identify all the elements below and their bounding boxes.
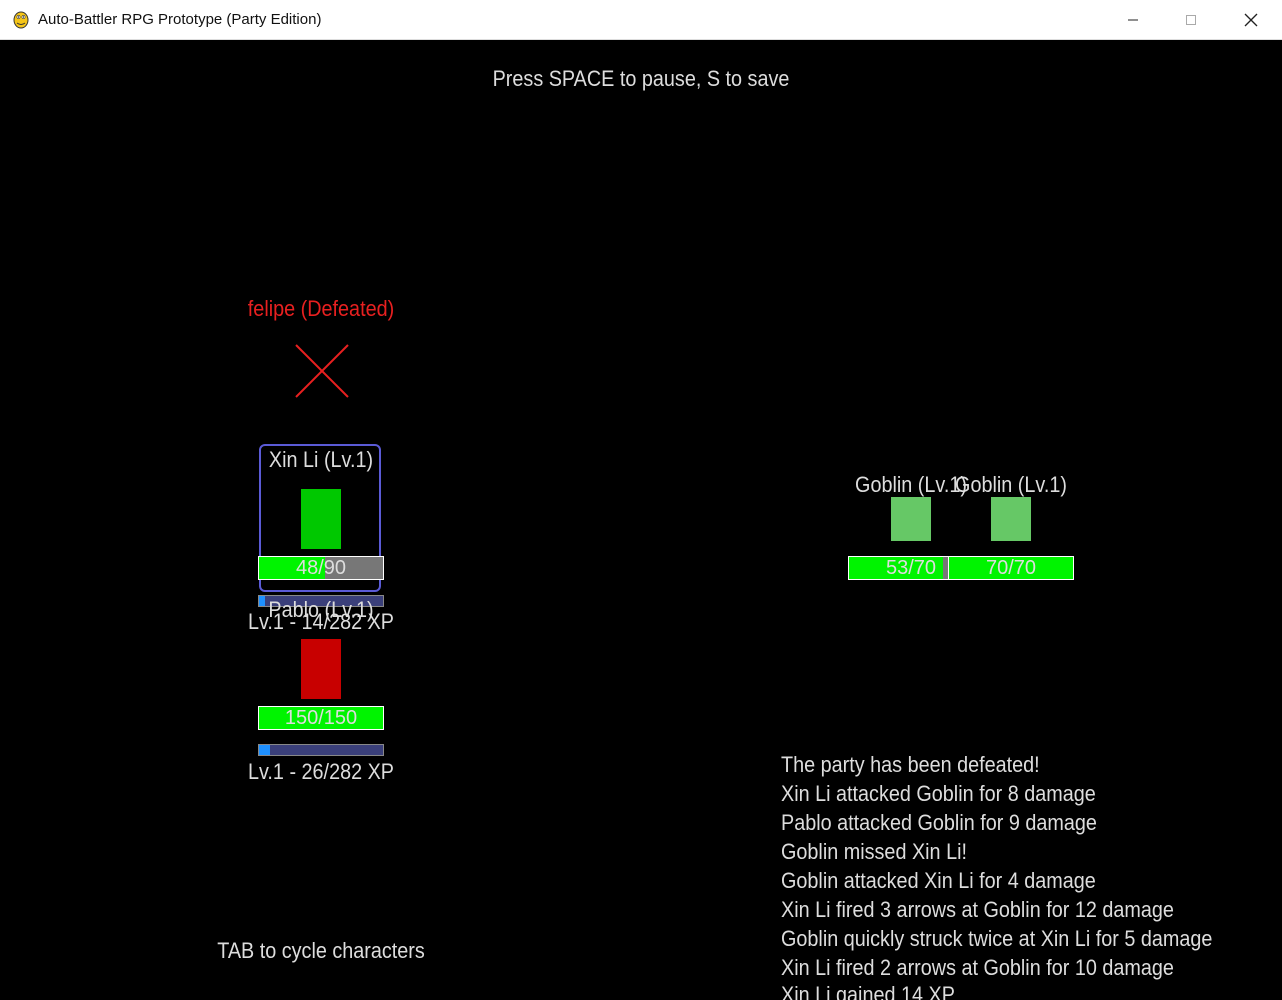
- party-member-xinli-label: Xin Li (Lv.1): [268, 447, 374, 472]
- xinli-hp-bar: 48/90: [258, 556, 384, 580]
- pygame-snake-icon: [13, 11, 29, 29]
- log-line: The party has been defeated!: [781, 752, 1040, 777]
- log-line: Goblin attacked Xin Li for 4 damage: [781, 868, 1096, 893]
- enemy-goblin-2-label: Goblin (Lv.1): [955, 472, 1067, 497]
- maximize-button[interactable]: [1162, 0, 1220, 39]
- window-titlebar: Auto-Battler RPG Prototype (Party Editio…: [0, 0, 1282, 40]
- minimize-button[interactable]: [1104, 0, 1162, 39]
- party-member-felipe-label: felipe (Defeated): [247, 296, 395, 321]
- pablo-xp-text: Lv.1 - 26/282 XP: [247, 759, 395, 784]
- log-line: Xin Li fired 3 arrows at Goblin for 12 d…: [781, 897, 1174, 922]
- goblin-1-sprite: [891, 497, 931, 541]
- minimize-icon: [1128, 19, 1138, 20]
- pablo-sprite: [301, 639, 341, 699]
- log-line: Xin Li attacked Goblin for 8 damage: [781, 781, 1096, 806]
- xinli-xp-text: Lv.1 - 14/282 XP: [247, 609, 395, 634]
- goblin-2-sprite: [991, 497, 1031, 541]
- tab-cycle-hint: TAB to cycle characters: [217, 938, 425, 963]
- goblin-2-hp-bar: 70/70: [948, 556, 1074, 580]
- log-line: Pablo attacked Goblin for 9 damage: [781, 810, 1097, 835]
- x-mark-icon: [295, 344, 349, 398]
- xinli-hp-text: 48/90: [295, 556, 347, 579]
- game-canvas[interactable]: Press SPACE to pause, S to save felipe (…: [0, 40, 1282, 1000]
- xinli-xp-fill: [259, 596, 266, 606]
- window-title: Auto-Battler RPG Prototype (Party Editio…: [38, 11, 322, 28]
- maximize-icon: [1186, 14, 1196, 25]
- pablo-xp-fill: [259, 745, 271, 755]
- pause-save-hint: Press SPACE to pause, S to save: [492, 66, 790, 91]
- log-line: Goblin quickly struck twice at Xin Li fo…: [781, 926, 1213, 951]
- log-line: Xin Li gained 14 XP: [781, 982, 955, 1000]
- close-icon: [1244, 13, 1258, 26]
- goblin-2-hp-text: 70/70: [985, 556, 1037, 579]
- enemy-goblin-1-label: Goblin (Lv.1): [855, 472, 967, 497]
- log-line: Goblin missed Xin Li!: [781, 839, 967, 864]
- log-line: Xin Li fired 2 arrows at Goblin for 10 d…: [781, 955, 1174, 980]
- pablo-hp-bar: 150/150: [258, 706, 384, 730]
- close-button[interactable]: [1222, 0, 1280, 39]
- pablo-xp-bar: [258, 744, 384, 756]
- xinli-sprite: [301, 489, 341, 549]
- pablo-hp-text: 150/150: [284, 706, 358, 729]
